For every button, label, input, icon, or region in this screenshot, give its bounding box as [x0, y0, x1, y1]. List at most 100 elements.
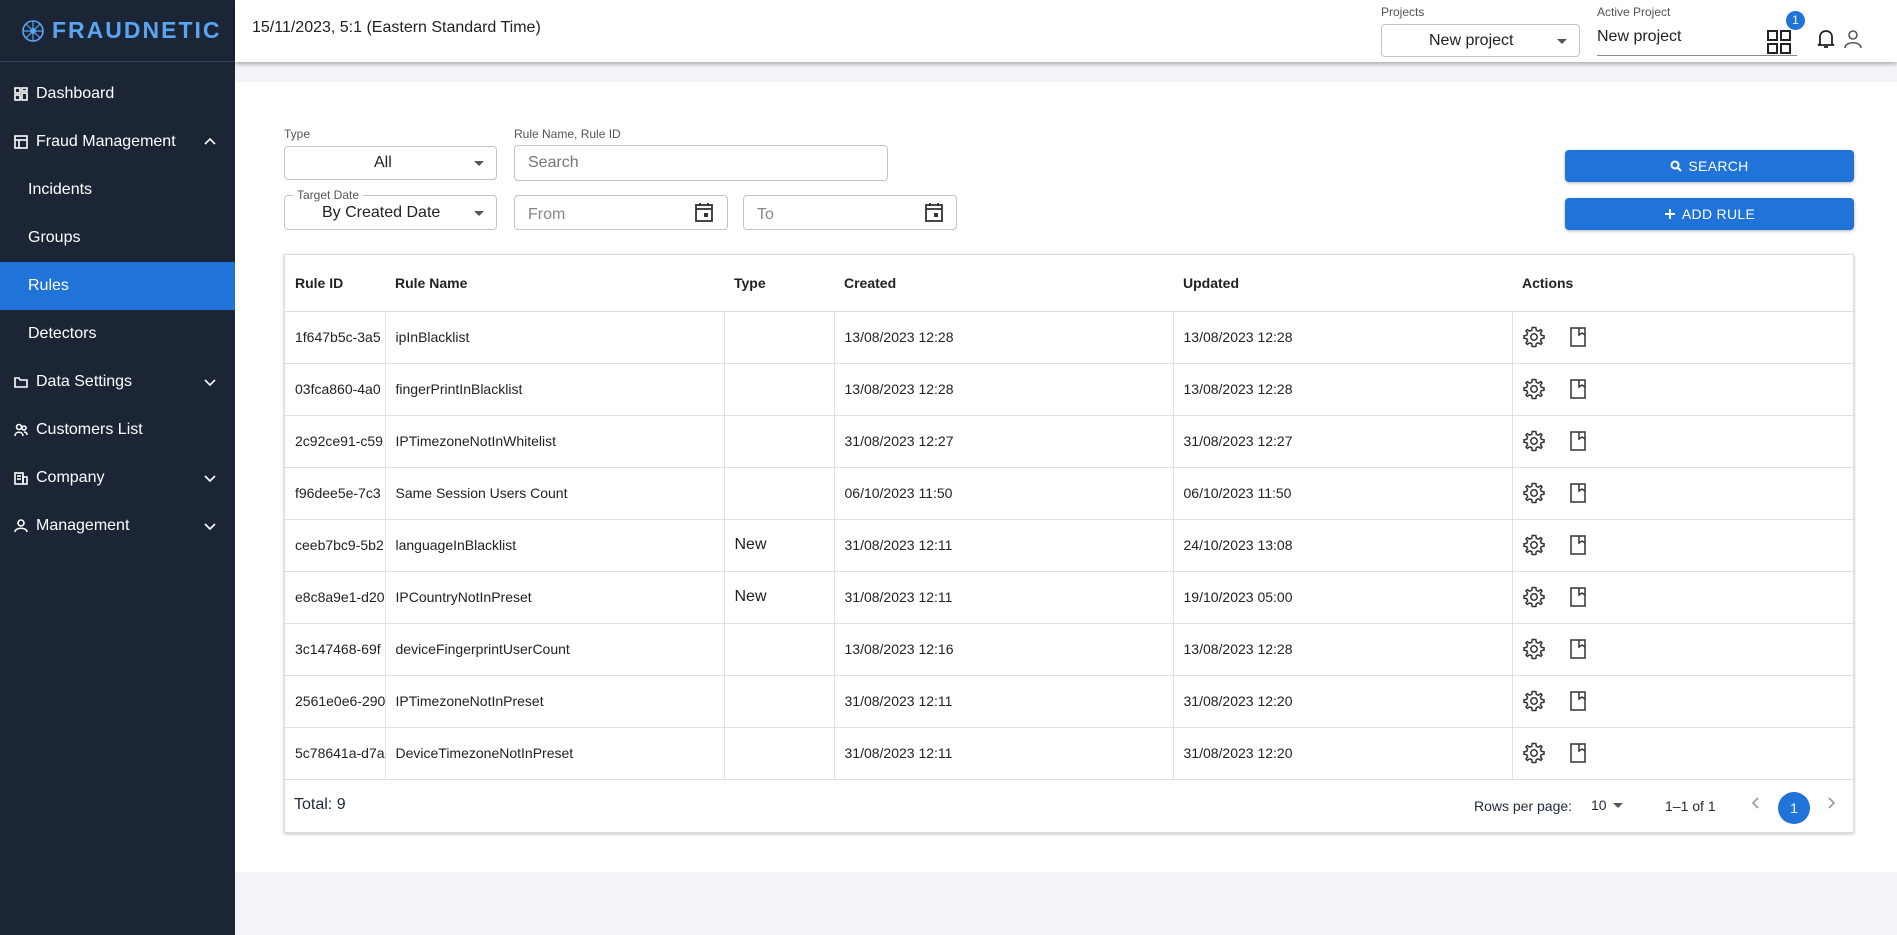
created-cell: 31/08/2023 12:27	[834, 415, 1174, 468]
chevron-right-icon	[1828, 797, 1836, 809]
settings-gear-icon[interactable]	[1522, 742, 1545, 764]
table-footer: Total: 9 Rows per page: 10 1–1 of 1 1	[285, 780, 1853, 832]
chevron-left-icon	[1751, 797, 1759, 809]
rows-per-page-select[interactable]: 10	[1591, 797, 1623, 813]
rule-type-cell	[724, 727, 835, 780]
settings-gear-icon[interactable]	[1522, 690, 1545, 712]
chevron-up-icon[interactable]	[203, 135, 217, 149]
sidebar-item-dashboard[interactable]: Dashboard	[0, 70, 235, 118]
dropdown-arrow-icon	[1613, 803, 1623, 808]
column-header-created[interactable]: Created	[834, 255, 1173, 312]
rule-id-cell: 03fca860-4a0	[285, 363, 386, 416]
settings-gear-icon[interactable]	[1522, 482, 1545, 504]
settings-gear-icon[interactable]	[1522, 378, 1545, 400]
settings-gear-icon[interactable]	[1522, 430, 1545, 452]
sidebar-item-company[interactable]: Company	[0, 454, 235, 502]
search-button-label: SEARCH	[1688, 158, 1749, 174]
projects-select[interactable]: New project	[1381, 24, 1580, 57]
sidebar-item-data-settings[interactable]: Data Settings	[0, 358, 235, 406]
bell-icon[interactable]	[1817, 29, 1835, 49]
dropdown-arrow-icon	[474, 161, 484, 166]
chevron-down-icon[interactable]	[203, 519, 217, 533]
rule-name-cell: Same Session Users Count	[385, 467, 725, 520]
table-row[interactable]: ceeb7bc9-5b2 languageInBlacklist New 31/08/…	[285, 519, 1855, 572]
current-page-button[interactable]: 1	[1778, 792, 1810, 824]
table-row[interactable]: 03fca860-4a0 fingerPrintInBlacklist 13/08/…	[285, 363, 1855, 416]
sidebar: FRAUDNETIC Dashboard Fraud Management In…	[0, 0, 235, 935]
sidebar-item-label: Dashboard	[36, 85, 115, 102]
rule-id-cell: 1f647b5c-3a5	[285, 311, 386, 364]
logo[interactable]: FRAUDNETIC	[0, 0, 235, 62]
updated-cell: 31/08/2023 12:20	[1173, 675, 1513, 728]
settings-gear-icon[interactable]	[1522, 586, 1545, 608]
column-header-type[interactable]: Type	[724, 255, 834, 312]
apps-grid-icon[interactable]	[1766, 29, 1792, 55]
document-bookmark-icon[interactable]	[1567, 638, 1589, 660]
calendar-icon[interactable]	[695, 202, 713, 222]
table-row[interactable]: 1f647b5c-3a5 ipInBlacklist 13/08/2023 12:2…	[285, 311, 1855, 364]
chevron-down-icon[interactable]	[203, 471, 217, 485]
column-header-rule-name[interactable]: Rule Name	[385, 255, 724, 312]
table-row[interactable]: 2561e0e6-290 IPTimezoneNotInPreset 31/08/2…	[285, 675, 1855, 728]
next-page-button[interactable]	[1823, 795, 1839, 811]
table-row[interactable]: 2c92ce91-c59 IPTimezoneNotInWhitelist 31/0…	[285, 415, 1855, 468]
rule-name-cell: IPTimezoneNotInPreset	[385, 675, 725, 728]
sidebar-item-label: Fraud Management	[36, 133, 176, 150]
sidebar-item-fraud-management[interactable]: Fraud Management	[0, 118, 235, 166]
search-button[interactable]: SEARCH	[1565, 150, 1854, 182]
sidebar-item-label: Rules	[28, 277, 69, 294]
sidebar-item-rules[interactable]: Rules	[0, 262, 235, 310]
document-bookmark-icon[interactable]	[1567, 534, 1589, 556]
sidebar-item-detectors[interactable]: Detectors	[0, 310, 235, 358]
document-bookmark-icon[interactable]	[1567, 690, 1589, 712]
rule-name-cell: fingerPrintInBlacklist	[385, 363, 725, 416]
folder-icon	[14, 375, 28, 389]
sidebar-item-incidents[interactable]: Incidents	[0, 166, 235, 214]
chevron-down-icon[interactable]	[203, 375, 217, 389]
sidebar-item-customers-list[interactable]: Customers List	[0, 406, 235, 454]
document-bookmark-icon[interactable]	[1567, 586, 1589, 608]
active-project-label: Active Project	[1597, 5, 1671, 19]
settings-gear-icon[interactable]	[1522, 638, 1545, 660]
logo-icon	[22, 19, 44, 42]
sidebar-item-management[interactable]: Management	[0, 502, 235, 550]
dashboard-icon	[14, 87, 28, 101]
rule-id-cell: 2c92ce91-c59	[285, 415, 386, 468]
building-icon	[14, 471, 28, 485]
rule-type-cell	[724, 623, 835, 676]
document-bookmark-icon[interactable]	[1567, 326, 1589, 348]
settings-gear-icon[interactable]	[1522, 534, 1545, 556]
rule-name-cell: IPCountryNotInPreset	[385, 571, 725, 624]
to-date-placeholder: To	[757, 205, 774, 223]
type-filter-select[interactable]: All	[284, 146, 497, 180]
created-cell: 31/08/2023 12:11	[834, 727, 1174, 780]
table-row[interactable]: 3c147468-69f deviceFingerprintUserCount 13…	[285, 623, 1855, 676]
sidebar-item-groups[interactable]: Groups	[0, 214, 235, 262]
column-header-rule-id[interactable]: Rule ID	[285, 255, 385, 312]
column-header-updated[interactable]: Updated	[1173, 255, 1512, 312]
add-rule-button[interactable]: ADD RULE	[1565, 198, 1854, 230]
rule-id-cell: 3c147468-69f	[285, 623, 386, 676]
document-bookmark-icon[interactable]	[1567, 378, 1589, 400]
actions-cell	[1512, 363, 1855, 416]
calendar-icon[interactable]	[925, 202, 943, 222]
updated-cell: 19/10/2023 05:00	[1173, 571, 1513, 624]
table-row[interactable]: e8c8a9e1-d20 IPCountryNotInPreset New 31/08…	[285, 571, 1855, 624]
settings-gear-icon[interactable]	[1522, 326, 1545, 348]
rule-type-cell: New	[724, 571, 835, 624]
table-row[interactable]: 5c78641a-d7a DeviceTimezoneNotInPreset 31/…	[285, 727, 1855, 780]
search-input[interactable]	[514, 145, 888, 181]
actions-cell	[1512, 415, 1855, 468]
top-header: 15/11/2023, 5:1 (Eastern Standard Time) …	[235, 0, 1897, 62]
user-account-icon[interactable]	[1844, 29, 1862, 49]
document-bookmark-icon[interactable]	[1567, 430, 1589, 452]
rule-name-cell: deviceFingerprintUserCount	[385, 623, 725, 676]
document-bookmark-icon[interactable]	[1567, 742, 1589, 764]
table-row[interactable]: f96dee5e-7c3 Same Session Users Count 06/1…	[285, 467, 1855, 520]
rule-name-cell: languageInBlacklist	[385, 519, 725, 572]
rule-name-cell: ipInBlacklist	[385, 311, 725, 364]
previous-page-button[interactable]	[1748, 795, 1764, 811]
rule-type-cell: New	[724, 519, 835, 572]
column-header-actions: Actions	[1512, 255, 1855, 312]
document-bookmark-icon[interactable]	[1567, 482, 1589, 504]
